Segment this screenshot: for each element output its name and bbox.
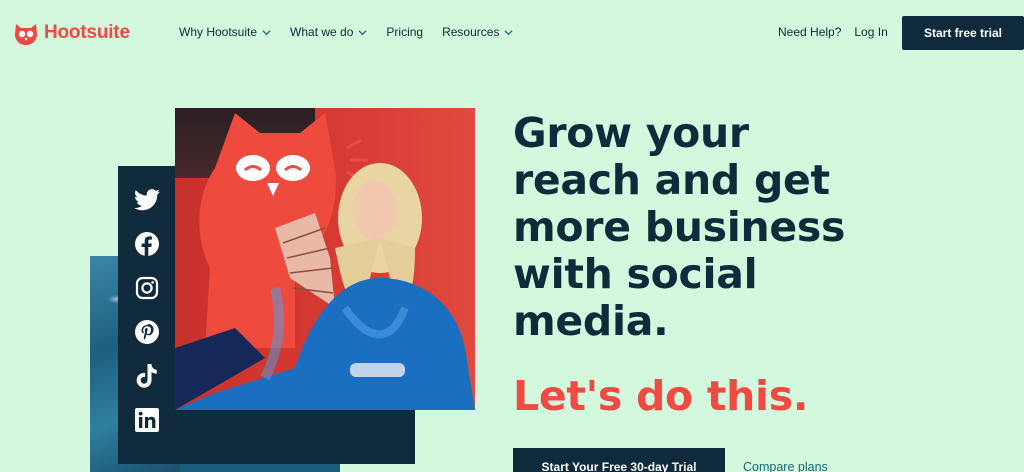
need-help-link[interactable]: Need Help?	[778, 25, 841, 39]
menu-item-label: Resources	[442, 25, 500, 39]
headline-line: more business	[513, 203, 846, 251]
top-navigation: Hootsuite Why Hootsuite What we do Prici…	[0, 0, 1024, 66]
main-menu: Why Hootsuite What we do Pricing Resourc…	[179, 25, 532, 39]
pinterest-icon[interactable]	[133, 318, 161, 346]
menu-item-label: Pricing	[386, 25, 424, 39]
menu-item-label: Why Hootsuite	[179, 25, 258, 39]
start-free-trial-button[interactable]: Start free trial	[902, 16, 1024, 50]
menu-item-why-hootsuite[interactable]: Why Hootsuite	[179, 25, 271, 39]
headline-line: with social	[513, 250, 758, 298]
headline-line: media.	[513, 297, 669, 345]
tiktok-icon[interactable]	[133, 362, 161, 390]
hero-photo	[175, 108, 475, 410]
headline-accent: Let's do this.	[513, 372, 809, 420]
compare-plans-link[interactable]: Compare plans	[743, 460, 828, 472]
chevron-down-icon	[262, 29, 271, 35]
login-link[interactable]: Log In	[854, 25, 887, 39]
twitter-icon[interactable]	[133, 186, 161, 214]
hootsuite-logo[interactable]: Hootsuite	[12, 20, 130, 46]
headline-line: Grow your	[513, 109, 749, 157]
hero-illustration	[175, 113, 475, 410]
hero-headline: Grow your reach and get more business wi…	[513, 110, 913, 345]
facebook-icon[interactable]	[133, 230, 161, 258]
utility-nav: Need Help? Log In	[778, 25, 888, 39]
menu-item-resources[interactable]: Resources	[442, 25, 513, 39]
instagram-icon[interactable]	[133, 274, 161, 302]
menu-item-pricing[interactable]: Pricing	[386, 25, 423, 39]
social-icons-column	[118, 166, 175, 434]
start-trial-button[interactable]: Start Your Free 30-day Trial	[513, 448, 725, 472]
owl-logo-icon	[15, 24, 37, 45]
chevron-down-icon	[504, 29, 513, 35]
menu-item-what-we-do[interactable]: What we do	[290, 25, 367, 39]
chevron-down-icon	[358, 29, 367, 35]
linkedin-icon[interactable]	[133, 406, 161, 434]
headline-line: reach and get	[513, 156, 830, 204]
brand-name: Hootsuite	[44, 22, 130, 43]
menu-item-label: What we do	[290, 25, 354, 39]
